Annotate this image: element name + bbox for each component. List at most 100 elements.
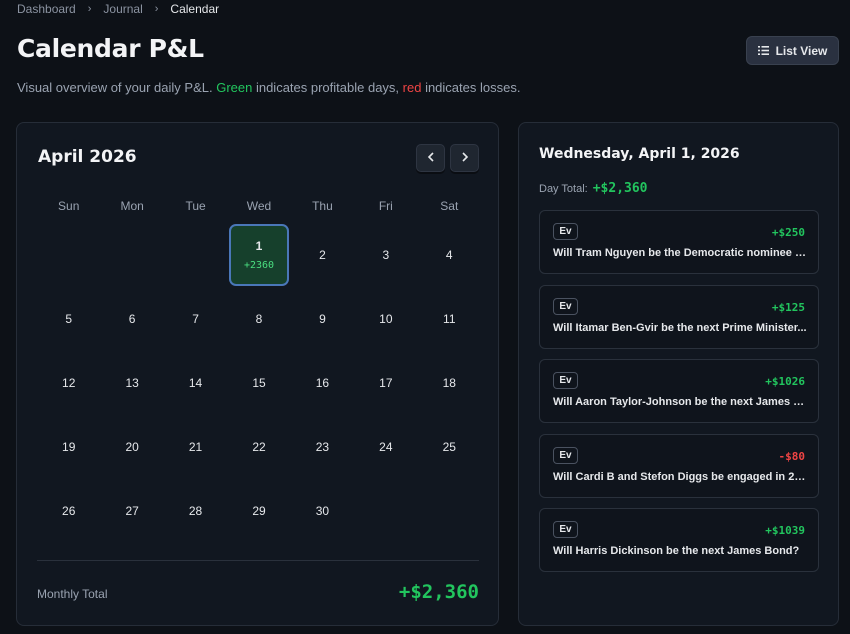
trade-item[interactable]: Ev +$250 Will Tram Nguyen be the Democrati… xyxy=(539,210,819,274)
calendar-day-number: 2 xyxy=(319,248,326,262)
calendar-day[interactable]: 5 xyxy=(37,287,100,351)
calendar-day[interactable]: 22 xyxy=(227,415,290,479)
subtitle-text: Visual overview of your daily P&L. xyxy=(17,80,217,95)
calendar-day[interactable]: 16 xyxy=(291,351,354,415)
breadcrumb: Dashboard › Journal › Calendar xyxy=(17,2,219,16)
calendar-day[interactable]: 9 xyxy=(291,287,354,351)
subtitle-red-word: red xyxy=(402,80,422,95)
calendar-day[interactable]: 8 xyxy=(227,287,290,351)
calendar-day[interactable]: 13 xyxy=(100,351,163,415)
next-month-button[interactable] xyxy=(450,144,479,172)
calendar-day-number: 21 xyxy=(188,440,203,454)
calendar-day-number: 4 xyxy=(445,248,453,262)
trade-question: Will Tram Nguyen be the Democratic nomin… xyxy=(553,247,807,259)
trade-item[interactable]: Ev +$1039 Will Harris Dickinson be the nex… xyxy=(539,508,819,572)
trade-question: Will Cardi B and Stefon Diggs be engaged… xyxy=(553,470,807,483)
weekday-label: Thu xyxy=(312,199,333,213)
list-icon xyxy=(757,46,769,55)
calendar-day-number: 13 xyxy=(125,376,139,390)
calendar-day[interactable]: 6 xyxy=(100,287,163,351)
list-view-button[interactable]: List View xyxy=(746,36,839,65)
trade-amount: +$125 xyxy=(771,300,805,314)
breadcrumb-dashboard[interactable]: Dashboard xyxy=(17,2,76,16)
calendar-day[interactable]: 4 xyxy=(418,223,481,287)
calendar-day[interactable]: 11 xyxy=(418,287,481,351)
calendar-day[interactable]: 15 xyxy=(227,351,290,415)
trade-tag: Ev xyxy=(553,223,578,240)
calendar-day-number: 15 xyxy=(252,376,266,390)
weekday-label: Tue xyxy=(185,199,206,213)
calendar-day-number: 5 xyxy=(65,312,73,326)
calendar-day[interactable]: 7 xyxy=(164,287,227,351)
weekday-header: Sun Mon Tue Wed Thu Fri Sat xyxy=(37,199,481,213)
calendar-day-number: 12 xyxy=(62,376,76,390)
chevron-right-icon: › xyxy=(154,3,159,15)
chevron-right-icon xyxy=(461,151,469,165)
calendar-day-number: 27 xyxy=(125,504,139,518)
divider xyxy=(37,560,479,561)
calendar-empty-cell xyxy=(164,223,227,287)
calendar-day-number: 7 xyxy=(192,312,199,326)
weekday-label: Wed xyxy=(246,199,272,213)
calendar-day[interactable]: 27 xyxy=(100,479,163,543)
breadcrumb-journal[interactable]: Journal xyxy=(103,2,142,16)
calendar-day[interactable]: 18 xyxy=(418,351,481,415)
calendar-day[interactable]: 26 xyxy=(37,479,100,543)
calendar-day[interactable]: 10 xyxy=(354,287,417,351)
weekday-label: Sun xyxy=(58,199,80,213)
calendar-day-number: 10 xyxy=(379,312,393,326)
calendar-day[interactable]: 17 xyxy=(354,351,417,415)
calendar-day-number: 14 xyxy=(188,376,203,390)
previous-month-button[interactable] xyxy=(416,144,445,172)
calendar-day[interactable]: 23 xyxy=(291,415,354,479)
trade-item[interactable]: Ev -$80 Will Cardi B and Stefon Diggs be e… xyxy=(539,433,819,498)
chevron-left-icon xyxy=(427,151,435,165)
trade-item[interactable]: Ev +$1026 Will Aaron Taylor-Johnson be the… xyxy=(539,359,819,423)
day-total: Day Total: +$2,360 xyxy=(539,181,648,196)
calendar-day-number: 11 xyxy=(443,312,456,326)
page-subtitle: Visual overview of your daily P&L. Green… xyxy=(17,80,520,95)
weekday-label: Fri xyxy=(378,199,393,213)
calendar-day[interactable]: 24 xyxy=(354,415,417,479)
calendar-day[interactable]: 20 xyxy=(100,415,163,479)
subtitle-green-word: Green xyxy=(216,80,253,95)
calendar-day-number: 9 xyxy=(319,312,326,326)
calendar-day-number: 26 xyxy=(62,504,76,518)
calendar-day[interactable]: 14 xyxy=(164,351,227,415)
calendar-day-number: 30 xyxy=(315,504,330,518)
calendar-day[interactable]: 2 xyxy=(291,223,354,287)
subtitle-text: indicates profitable days, xyxy=(252,80,403,95)
calendar-day-number: 28 xyxy=(188,504,203,518)
calendar-day-number: 6 xyxy=(128,312,136,326)
weekday-label: Sat xyxy=(440,199,459,213)
calendar-day-number: 20 xyxy=(125,440,139,454)
calendar-day[interactable]: 12 xyxy=(37,351,100,415)
calendar-day[interactable]: 1 +2360 xyxy=(227,223,290,287)
calendar-day-number: 17 xyxy=(379,376,393,390)
calendar-day-number: 19 xyxy=(62,440,76,454)
calendar-grid: 1 +2360 2 3 4 5 6 7 8 9 10 11 12 13 14 15 16 17 18 19 20 21 22… xyxy=(37,223,481,543)
calendar-day[interactable]: 25 xyxy=(418,415,481,479)
trade-amount: -$80 xyxy=(778,449,806,463)
trade-amount: +$250 xyxy=(771,226,805,239)
calendar-day[interactable]: 30 xyxy=(291,479,354,543)
calendar-day-number: 23 xyxy=(315,440,330,454)
calendar-day[interactable]: 19 xyxy=(37,415,100,479)
weekday-label: Mon xyxy=(120,199,144,213)
calendar-card: April 2026 Sun Mon Tue Wed Thu Fri Sat 1 +2360 2… xyxy=(16,122,499,626)
calendar-day[interactable]: 29 xyxy=(227,479,290,543)
calendar-day-number: 22 xyxy=(252,440,266,454)
calendar-empty-cell xyxy=(37,223,100,287)
selected-day-highlight xyxy=(229,224,290,286)
trade-item[interactable]: Ev +$125 Will Itamar Ben-Gvir be the next … xyxy=(539,284,819,349)
chevron-right-icon: › xyxy=(87,3,92,15)
calendar-day[interactable]: 3 xyxy=(354,223,417,287)
calendar-day[interactable]: 21 xyxy=(164,415,227,479)
day-total-value: +$2,360 xyxy=(592,181,648,196)
trade-tag: Ev xyxy=(553,297,578,315)
calendar-day[interactable]: 28 xyxy=(164,479,227,543)
calendar-day-number: 25 xyxy=(442,440,456,454)
calendar-day-pnl: +2360 xyxy=(243,260,275,271)
breadcrumb-calendar: Calendar xyxy=(170,2,220,16)
calendar-day-number: 3 xyxy=(382,248,390,262)
